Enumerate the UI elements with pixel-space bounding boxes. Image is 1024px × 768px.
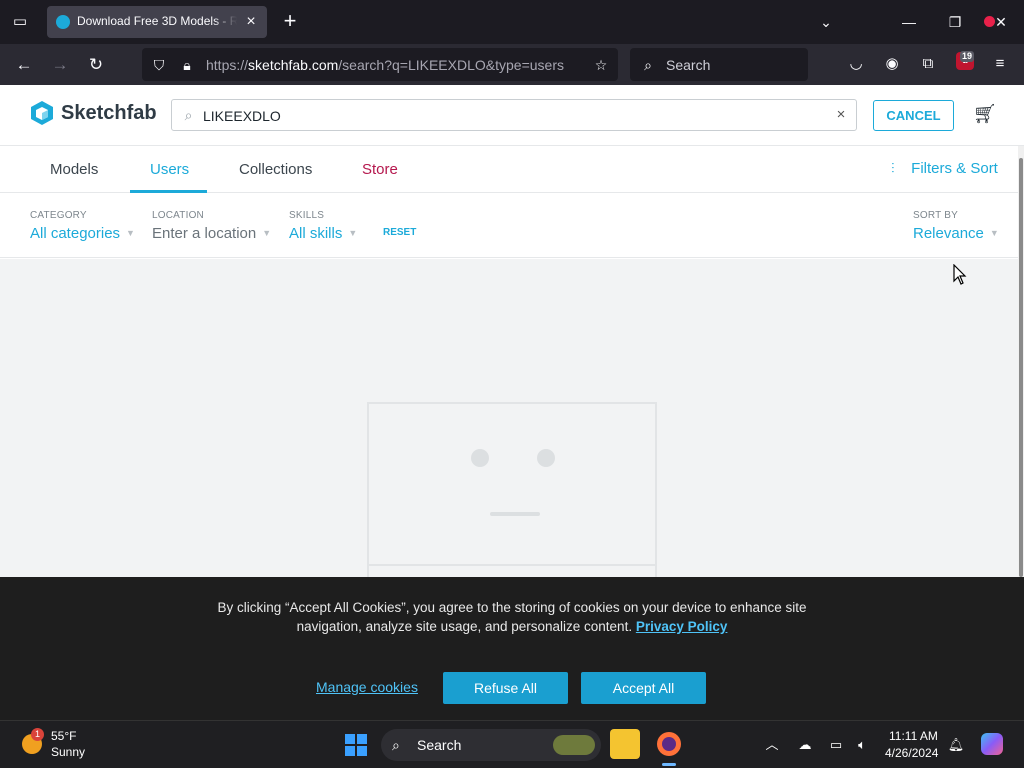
back-arrow-icon[interactable]: ← <box>11 52 37 78</box>
reset-filters-button[interactable]: RESET <box>383 227 416 238</box>
volume-muted-icon[interactable]: 🔈︎ <box>852 735 872 755</box>
taskbar-search[interactable]: ⌕ Search <box>381 729 601 761</box>
clear-search-icon[interactable]: × <box>832 106 850 124</box>
chevron-up-icon[interactable]: ︿ <box>762 735 782 755</box>
category-filter[interactable]: CATEGORY All categories ▼ <box>30 210 135 242</box>
brand-name[interactable]: Sketchfab <box>61 102 157 125</box>
skills-dropdown[interactable]: All skills ▼ <box>289 225 357 242</box>
location-filter[interactable]: LOCATION Enter a location ▼ <box>152 210 271 242</box>
minimize-icon[interactable]: — <box>894 8 924 36</box>
location-label: LOCATION <box>152 210 204 221</box>
browser-search-placeholder: Search <box>666 57 711 73</box>
privacy-policy-link[interactable]: Privacy Policy <box>636 619 728 634</box>
taskbar-search-label: Search <box>417 737 462 753</box>
bookmark-star-icon[interactable]: ☆ <box>592 56 610 74</box>
mouse-cursor-icon <box>953 264 967 285</box>
weather-temperature[interactable]: 55°F <box>51 729 76 743</box>
manage-cookies-link[interactable]: Manage cookies <box>316 679 418 695</box>
notification-bell-icon[interactable]: 🔔︎ <box>946 735 966 755</box>
firefox-icon[interactable] <box>654 729 684 759</box>
search-type-tabs: Models Users Collections Store ⫶ Filters… <box>0 146 1018 193</box>
extensions-puzzle-icon[interactable]: ⧉ <box>916 52 940 76</box>
empty-face-right-eye <box>537 449 555 467</box>
search-icon: ⌕ <box>392 737 400 753</box>
lock-icon[interactable]: 🔒︎ <box>178 56 196 74</box>
onedrive-icon[interactable]: ☁ <box>795 735 815 755</box>
filters-sort-button[interactable]: ⫶ Filters & Sort <box>891 160 998 177</box>
tab-models[interactable]: Models <box>50 161 98 178</box>
search-highlight-icon <box>553 735 595 755</box>
hamburger-menu-icon[interactable]: ≡ <box>988 52 1012 76</box>
filter-row: CATEGORY All categories ▼ LOCATION Enter … <box>0 193 1018 258</box>
sort-dropdown[interactable]: Relevance ▼ <box>913 225 999 242</box>
browser-nav-bar: ← → ↻ ⛉ 🔒︎ https://sketchfab.com/search?… <box>0 44 1024 85</box>
windows-taskbar: 1 55°F Sunny ⌕ Search ︿ ☁ ▭ 🔈︎ 11:11 AM … <box>0 720 1024 768</box>
tab-list-icon[interactable]: ▭ <box>8 10 32 34</box>
url-text[interactable]: https://sketchfab.com/search?q=LIKEEXDLO… <box>206 57 564 73</box>
copilot-icon[interactable] <box>981 733 1003 755</box>
weather-badge: 1 <box>31 728 44 741</box>
clock-time[interactable]: 11:11 AM <box>889 729 938 743</box>
scrollbar-thumb[interactable] <box>1019 158 1023 577</box>
windows-start-icon[interactable] <box>344 733 368 757</box>
skills-filter[interactable]: SKILLS All skills ▼ <box>289 210 357 242</box>
caret-down-icon: ▼ <box>262 228 272 238</box>
accept-all-button[interactable]: Accept All <box>581 672 706 704</box>
tab-collections[interactable]: Collections <box>239 161 312 178</box>
tab-store[interactable]: Store <box>362 161 398 178</box>
sketchfab-logo-icon[interactable] <box>30 100 54 126</box>
site-search-input[interactable]: ⌕ LIKEEXDLO × <box>171 99 857 131</box>
cookie-banner: By clicking “Accept All Cookies”, you ag… <box>0 577 1024 720</box>
url-bar[interactable]: ⛉ 🔒︎ https://sketchfab.com/search?q=LIKE… <box>142 48 618 81</box>
sliders-icon: ⫶ <box>891 160 895 176</box>
filters-sort-label: Filters & Sort <box>911 160 998 177</box>
search-query[interactable]: LIKEEXDLO <box>203 108 281 124</box>
caret-down-icon: ▼ <box>348 228 358 238</box>
account-icon[interactable]: ◉ <box>880 52 904 76</box>
sort-label: SORT BY <box>913 210 958 221</box>
empty-face-mouth <box>490 512 540 516</box>
shield-icon[interactable]: ⛉ <box>150 56 168 74</box>
pocket-icon[interactable]: ◡ <box>844 52 868 76</box>
site-header: Sketchfab ⌕ LIKEEXDLO × CANCEL 🛒︎ <box>0 85 1024 146</box>
tab-overflow-chevron-icon[interactable]: ⌄ <box>811 8 841 36</box>
search-icon: ⌕ <box>184 107 193 123</box>
new-tab-plus-icon[interactable]: + <box>278 10 302 34</box>
sketchfab-favicon-icon <box>56 15 70 29</box>
cart-icon[interactable]: 🛒︎ <box>973 104 997 126</box>
browser-tab[interactable]: Download Free 3D Models - Royalty-Free 3… <box>47 6 267 38</box>
tab-users[interactable]: Users <box>150 161 189 178</box>
reload-icon[interactable]: ↻ <box>83 52 109 78</box>
category-dropdown[interactable]: All categories ▼ <box>30 225 135 242</box>
extension-badge-count: 19 <box>960 51 975 62</box>
tab-title: Download Free 3D Models - Royalty-Free 3… <box>77 14 237 30</box>
caret-down-icon: ▼ <box>989 228 999 238</box>
tab-close-icon[interactable]: × <box>241 12 261 32</box>
cookie-message: By clicking “Accept All Cookies”, you ag… <box>217 600 807 634</box>
restore-icon[interactable]: ❐ <box>940 8 970 36</box>
empty-results-illustration <box>367 402 657 582</box>
empty-card-divider <box>369 564 655 566</box>
caret-down-icon: ▼ <box>126 228 135 238</box>
refuse-all-button[interactable]: Refuse All <box>443 672 568 704</box>
cart-badge <box>984 16 995 27</box>
clock-date[interactable]: 4/26/2024 <box>885 746 938 760</box>
skills-label: SKILLS <box>289 210 325 221</box>
browser-tab-bar: ▭ Download Free 3D Models - Royalty-Free… <box>0 0 1024 44</box>
cancel-button[interactable]: CANCEL <box>873 100 954 131</box>
active-app-indicator <box>662 763 676 766</box>
weather-condition[interactable]: Sunny <box>51 745 85 759</box>
forward-arrow-icon[interactable]: → <box>47 52 73 78</box>
display-icon[interactable]: ▭ <box>826 735 846 755</box>
search-icon: ⌕ <box>644 57 652 73</box>
location-input[interactable]: Enter a location ▼ <box>152 225 271 242</box>
category-label: CATEGORY <box>30 210 87 221</box>
empty-face-left-eye <box>471 449 489 467</box>
file-explorer-icon[interactable] <box>610 729 640 759</box>
sort-filter[interactable]: SORT BY Relevance ▼ <box>913 210 999 242</box>
browser-search-field[interactable]: ⌕ Search <box>630 48 808 81</box>
